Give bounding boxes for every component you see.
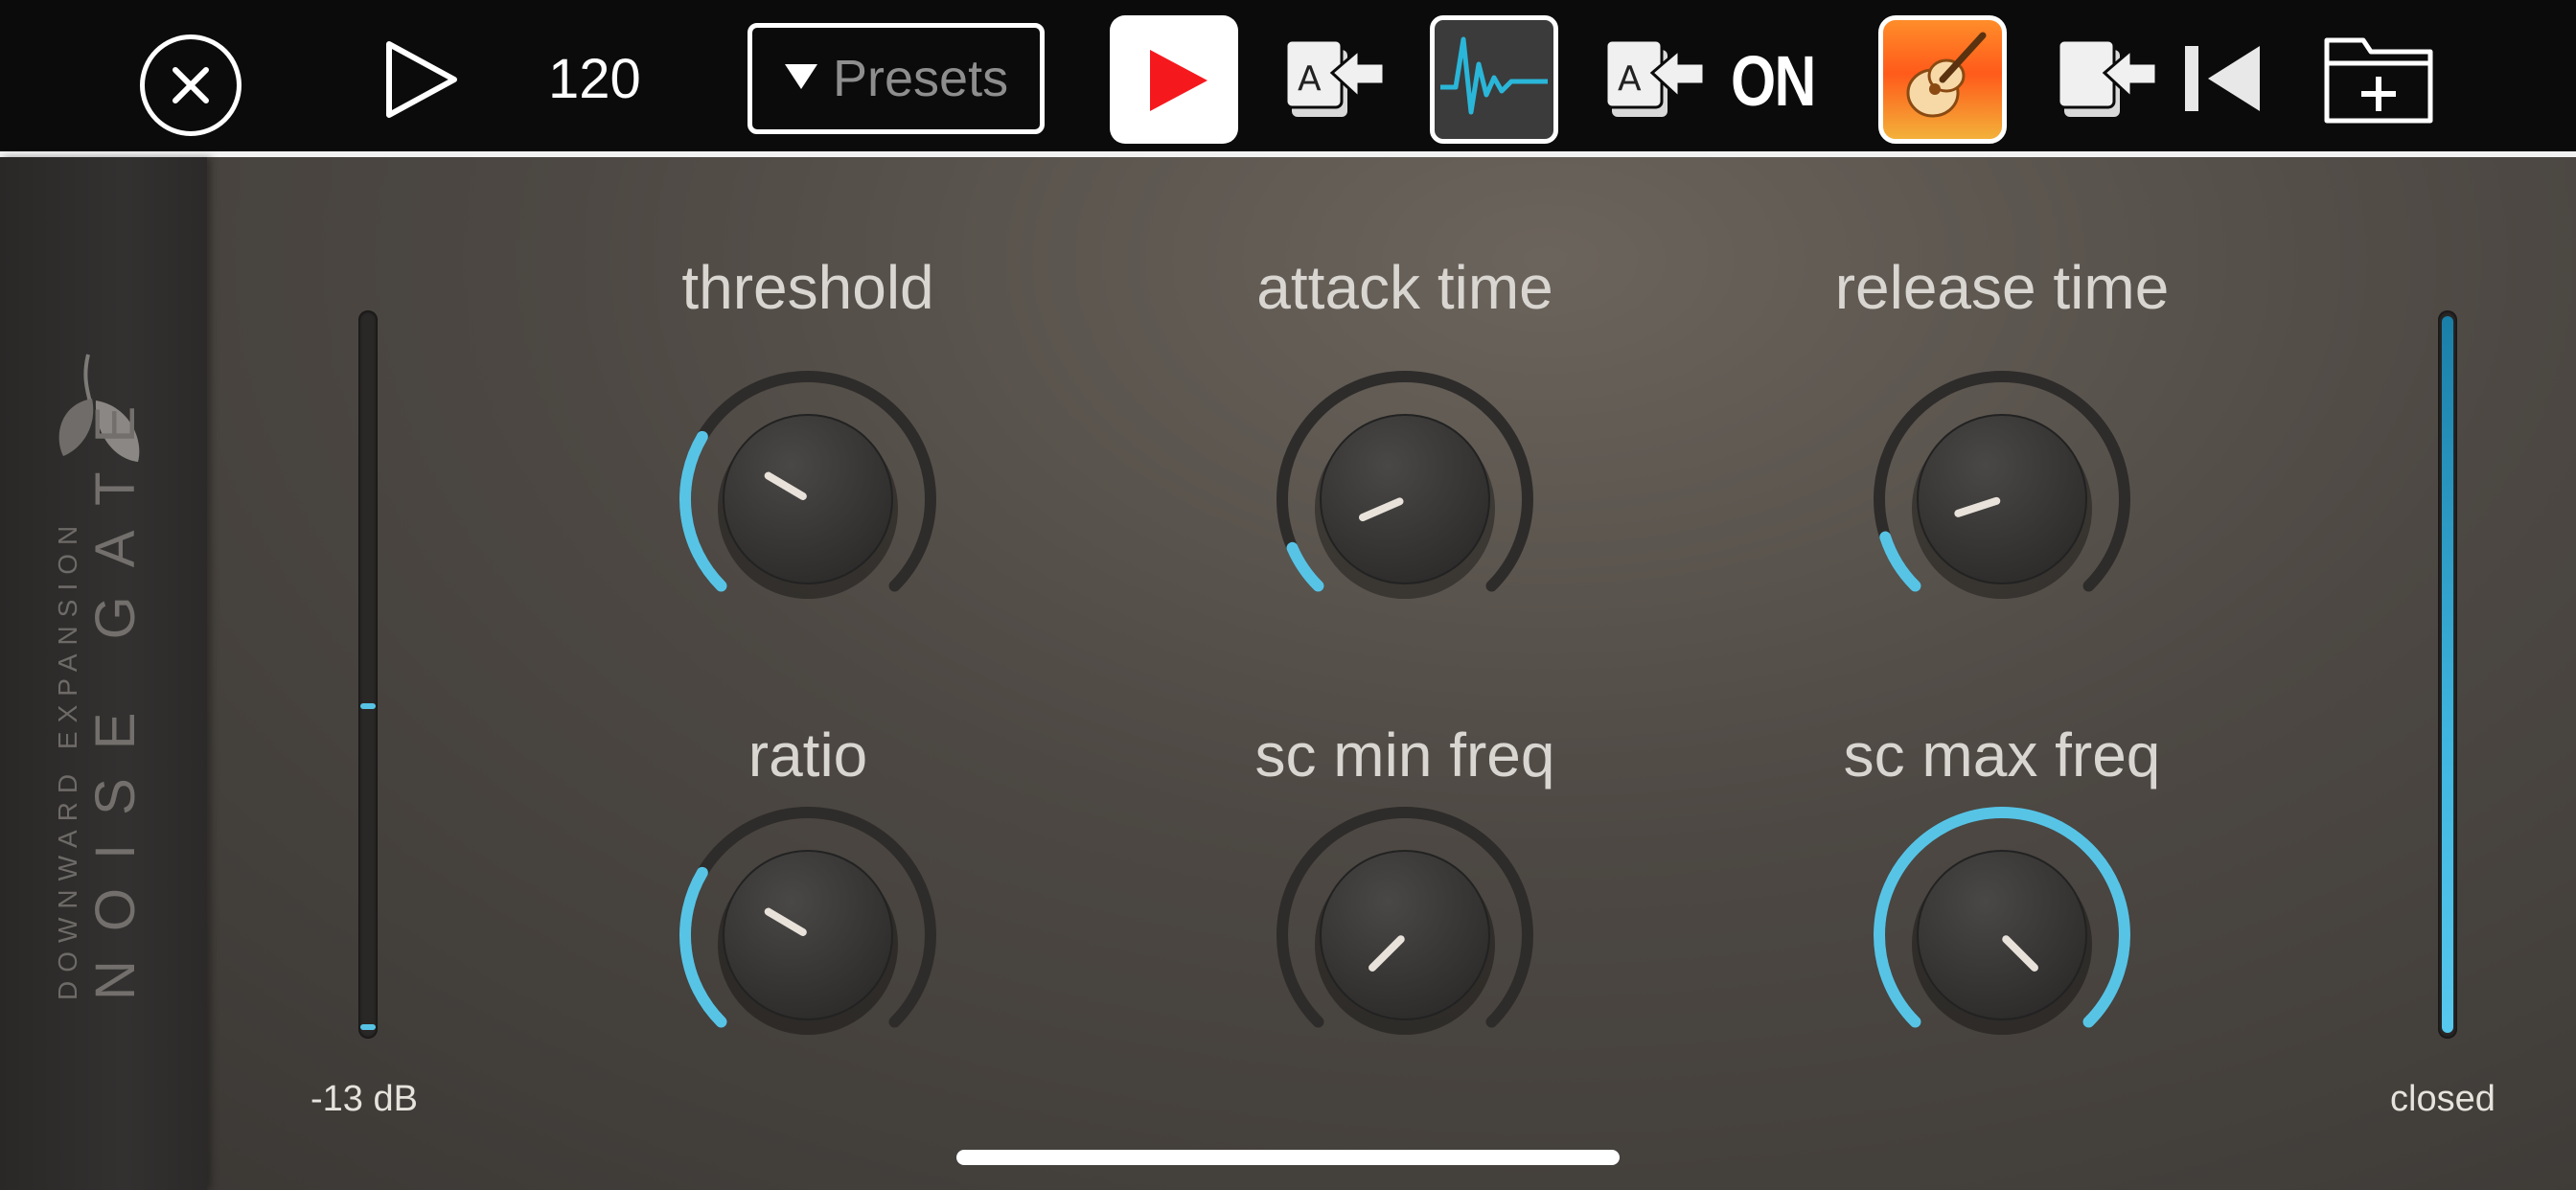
- copy-icon: [2057, 38, 2158, 117]
- new-folder-button[interactable]: [2323, 33, 2434, 125]
- ratio-knob[interactable]: [664, 791, 952, 1079]
- play-icon: [386, 41, 457, 118]
- presets-label: Presets: [833, 50, 1009, 107]
- knob-value-arc: [679, 866, 727, 1028]
- knob-body: [1917, 850, 2087, 1020]
- knob-body: [1320, 850, 1490, 1020]
- toolbar: 120 Presets A A ON: [0, 0, 2576, 151]
- release-time-knob[interactable]: [1858, 355, 2146, 643]
- knob-value-arc: [679, 430, 727, 592]
- brand-subtitle: DOWNWARD EXPANSION: [53, 516, 82, 1000]
- presets-dropdown[interactable]: Presets: [748, 23, 1045, 134]
- brand-title: NOISE GATE: [84, 377, 147, 1000]
- play-button[interactable]: [381, 38, 462, 121]
- sc-max-freq-label: sc max freq: [1843, 721, 2161, 790]
- plugin-panel: DOWNWARD EXPANSION NOISE GATE -13 dB clo…: [0, 157, 2576, 1190]
- slider-marker-upper[interactable]: [360, 703, 376, 709]
- input-level-slider[interactable]: [358, 310, 378, 1039]
- youtube-icon: [1150, 50, 1208, 111]
- waveform-icon: [1440, 36, 1548, 115]
- garageband-icon: [1906, 32, 1987, 118]
- knob-graphic: [1276, 807, 1533, 1035]
- knob-body: [723, 414, 893, 584]
- copy-a-icon: A: [1604, 38, 1706, 117]
- threshold-knob[interactable]: [664, 355, 952, 643]
- attack-time-label: attack time: [1256, 253, 1553, 322]
- release-time-label: release time: [1834, 253, 2170, 322]
- knob-body: [1320, 414, 1490, 584]
- svg-text:A: A: [1298, 59, 1322, 99]
- knob-graphic: [1874, 807, 2130, 1035]
- home-indicator: [956, 1150, 1620, 1165]
- gate-meter-fill: [2442, 316, 2453, 1033]
- rewind-button[interactable]: [2183, 42, 2264, 115]
- on-toggle[interactable]: ON: [1731, 38, 1816, 125]
- copy-a-icon: A: [1284, 38, 1386, 117]
- knob-body: [1917, 414, 2087, 584]
- copy-button[interactable]: [2057, 31, 2162, 130]
- sc-min-freq-knob[interactable]: [1261, 791, 1549, 1079]
- knob-body: [723, 850, 893, 1020]
- waveform-button[interactable]: [1430, 15, 1558, 144]
- close-button[interactable]: [140, 34, 242, 136]
- sc-min-freq-label: sc min freq: [1254, 721, 1555, 790]
- knob-graphic: [679, 807, 936, 1035]
- gate-state-readout: closed: [2390, 1079, 2496, 1119]
- input-level-readout: -13 dB: [310, 1079, 418, 1119]
- sc-max-freq-knob[interactable]: [1858, 791, 2146, 1079]
- close-icon: [172, 67, 209, 103]
- ratio-label: ratio: [748, 721, 868, 790]
- new-folder-icon: [2324, 37, 2433, 124]
- svg-text:A: A: [1618, 59, 1642, 99]
- knob-graphic: [1874, 371, 2130, 599]
- copy-a-button[interactable]: A: [1284, 31, 1390, 130]
- rewind-icon: [2185, 46, 2260, 111]
- youtube-button[interactable]: [1110, 15, 1238, 144]
- brand-strip: DOWNWARD EXPANSION NOISE GATE: [0, 157, 207, 1190]
- garageband-button[interactable]: [1878, 15, 2007, 144]
- threshold-label: threshold: [681, 253, 934, 322]
- gate-meter: [2438, 310, 2457, 1039]
- attack-time-knob[interactable]: [1261, 355, 1549, 643]
- slider-marker-lower[interactable]: [360, 1024, 376, 1030]
- knob-graphic: [1276, 371, 1533, 599]
- knob-graphic: [679, 371, 936, 599]
- tempo-display[interactable]: 120: [548, 46, 663, 113]
- knob-value-arc: [1879, 531, 1921, 592]
- copy-a-button-2[interactable]: A: [1604, 31, 1710, 130]
- knob-value-arc: [1286, 541, 1324, 592]
- dropdown-arrow-icon: [785, 63, 817, 89]
- brand-text: DOWNWARD EXPANSION NOISE GATE: [52, 330, 167, 1000]
